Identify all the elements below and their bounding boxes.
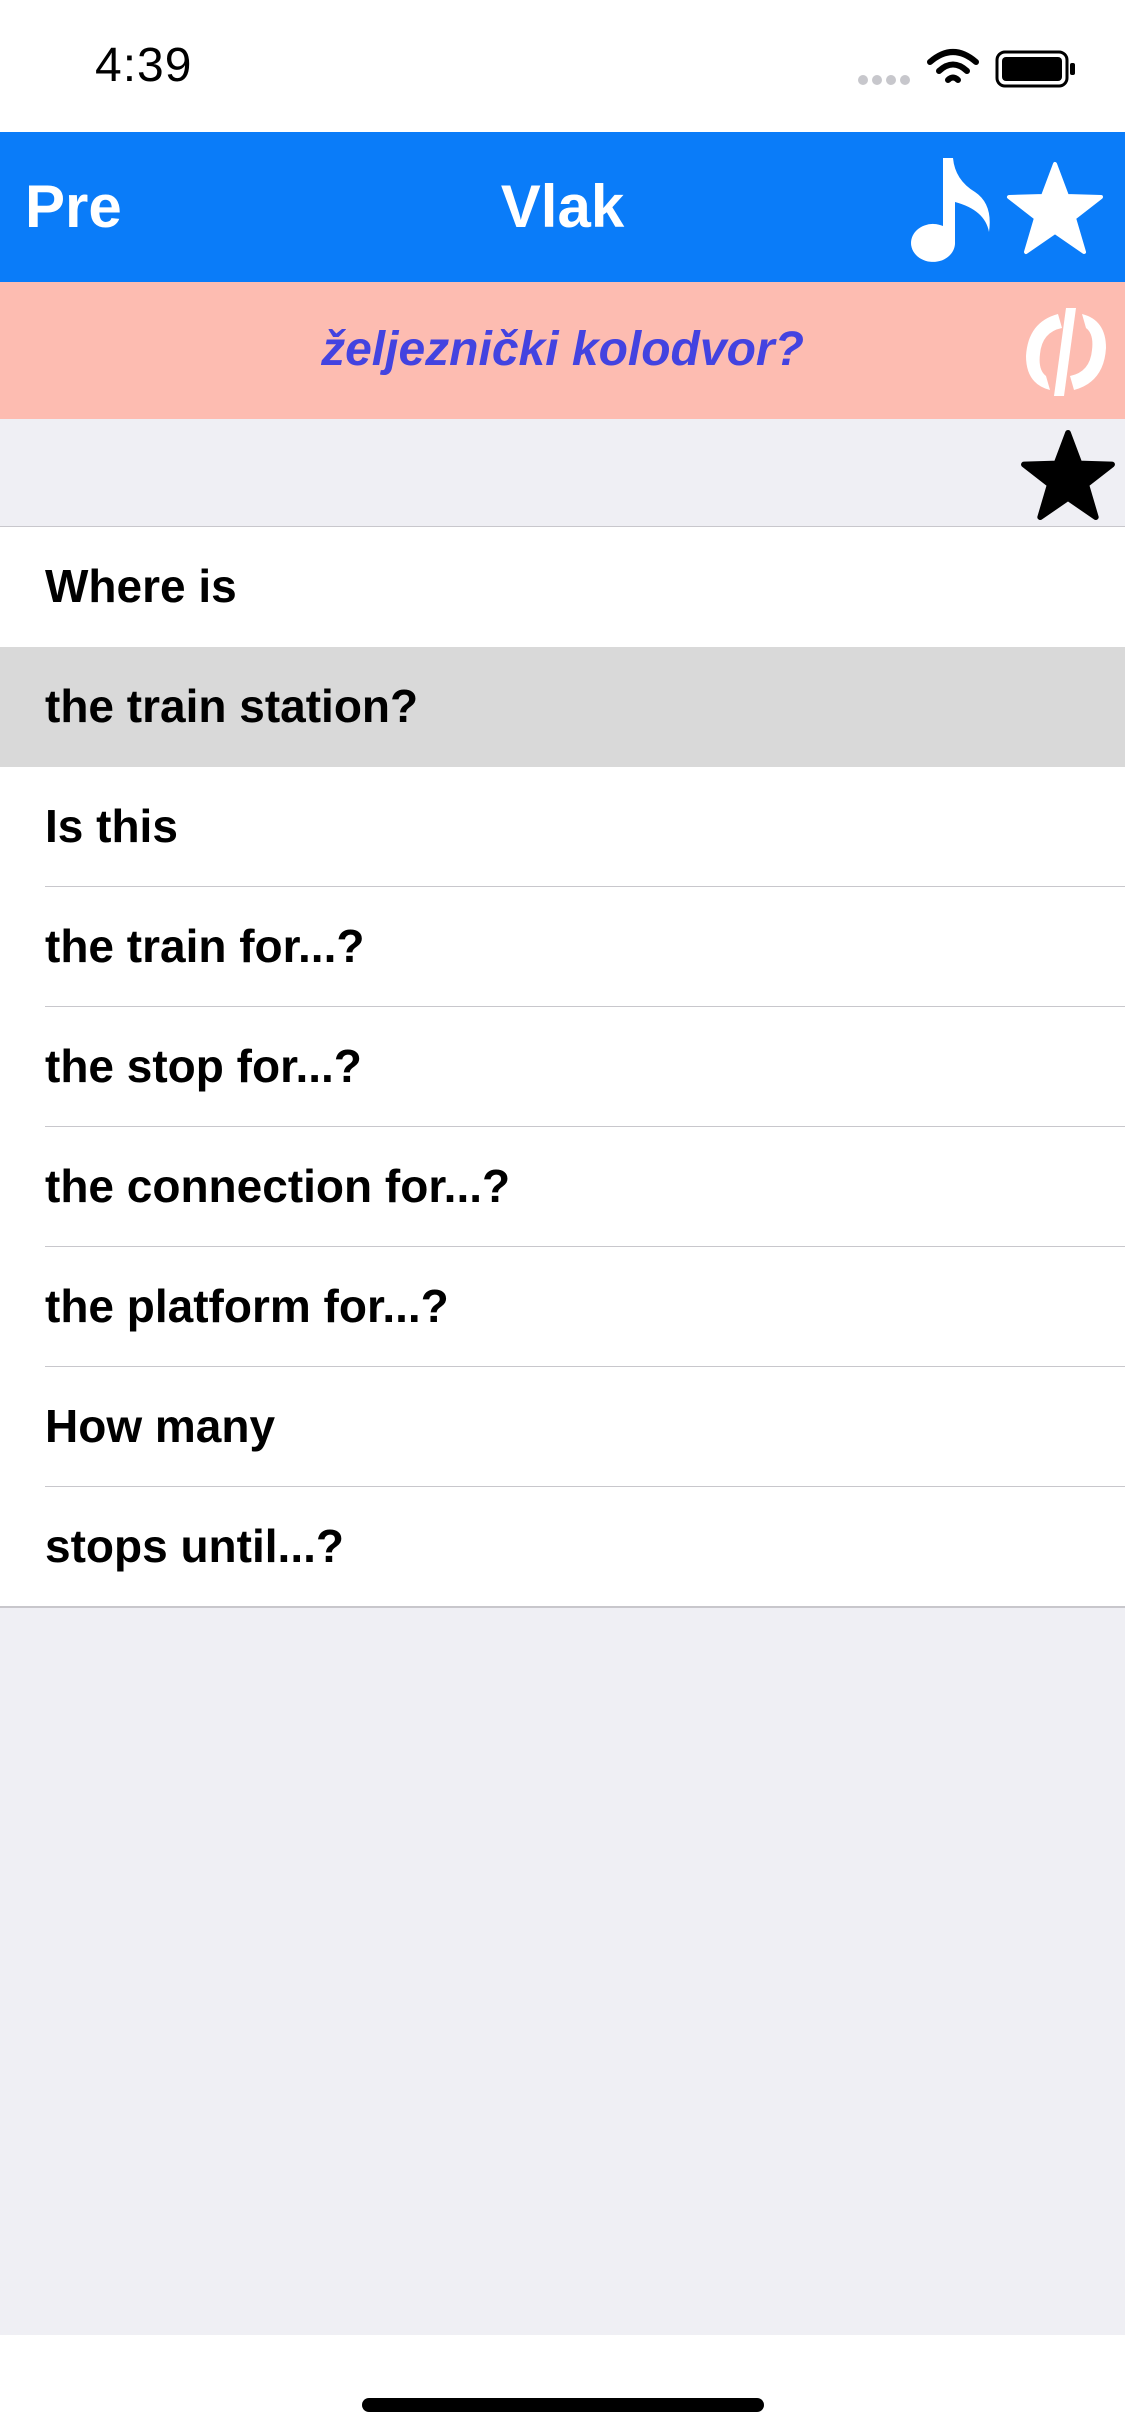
list-item-label: the stop for...?	[45, 1040, 362, 1092]
list-item[interactable]: stops until...?	[0, 1487, 1125, 1607]
phrase-logo-icon[interactable]	[1018, 304, 1114, 400]
favorite-bar	[0, 419, 1125, 527]
list-item[interactable]: the train station?	[0, 647, 1125, 767]
music-note-icon[interactable]	[905, 154, 995, 264]
list-item-label: the platform for...?	[45, 1280, 449, 1332]
status-bar: 4:39	[0, 0, 1125, 132]
list-item[interactable]: Is this	[0, 767, 1125, 887]
translation-bar[interactable]: željeznički kolodvor?	[0, 282, 1125, 419]
list-item-label: Where is	[45, 560, 237, 612]
battery-icon	[995, 50, 1075, 88]
list-item[interactable]: the train for...?	[0, 887, 1125, 1007]
list-item[interactable]: the stop for...?	[0, 1007, 1125, 1127]
list-item-label: Is this	[45, 800, 178, 852]
list-item-label: stops until...?	[45, 1520, 344, 1572]
signal-dots-icon	[858, 75, 910, 85]
star-icon[interactable]	[1005, 160, 1105, 260]
list-item-label: the train station?	[45, 680, 419, 732]
list-item-label: How many	[45, 1400, 276, 1452]
nav-bar: Pre Vlak	[0, 132, 1125, 282]
list-item-label: the train for...?	[45, 920, 365, 972]
status-time: 4:39	[95, 39, 193, 92]
phrase-list: Where is the train station? Is this the tra…	[0, 527, 1125, 1608]
list-item[interactable]: the platform for...?	[0, 1247, 1125, 1367]
list-item[interactable]: How many	[0, 1367, 1125, 1487]
star-icon[interactable]	[1020, 429, 1116, 521]
wifi-icon	[927, 49, 979, 83]
list-item[interactable]: the connection for...?	[0, 1127, 1125, 1247]
row-separator	[0, 1606, 1125, 1607]
home-indicator[interactable]	[362, 2398, 764, 2412]
home-area	[0, 2335, 1125, 2436]
list-item[interactable]: Where is	[0, 527, 1125, 647]
translation-text: željeznički kolodvor?	[321, 323, 804, 376]
status-icons	[858, 49, 1075, 88]
list-item-label: the connection for...?	[45, 1160, 511, 1212]
